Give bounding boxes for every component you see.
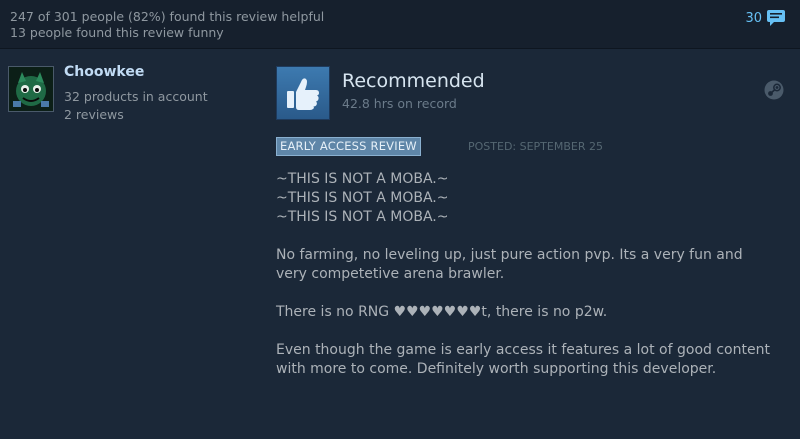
- avatar-image: [9, 67, 53, 111]
- products-in-account[interactable]: 32 products in account: [64, 89, 208, 104]
- review-paragraph: There is no RNG ♥♥♥♥♥♥♥t, there is no p2…: [276, 304, 608, 320]
- helpful-count-text: 247 of 301 people (82%) found this revie…: [10, 9, 325, 24]
- posted-date: POSTED: SEPTEMBER 25: [468, 140, 603, 153]
- review-text: ~THIS IS NOT A MOBA.~ ~THIS IS NOT A MOB…: [276, 170, 776, 398]
- speech-bubble-icon[interactable]: [766, 9, 786, 27]
- comment-count[interactable]: 30: [745, 11, 762, 26]
- review-paragraph: Even though the game is early access it …: [276, 342, 770, 377]
- review-paragraph: ~THIS IS NOT A MOBA.~ ~THIS IS NOT A MOB…: [276, 171, 449, 225]
- recommended-thumb[interactable]: [276, 66, 330, 120]
- thumbs-up-icon: [287, 78, 319, 110]
- review-verdict[interactable]: Recommended: [342, 70, 485, 92]
- hours-on-record: 42.8 hrs on record: [342, 96, 457, 111]
- early-access-badge: EARLY ACCESS REVIEW: [276, 137, 421, 156]
- review-votes-bar: 247 of 301 people (82%) found this revie…: [0, 0, 800, 49]
- reviews-count[interactable]: 2 reviews: [64, 107, 124, 122]
- review-paragraph: No farming, no leveling up, just pure ac…: [276, 247, 743, 282]
- steam-logo-icon: [764, 80, 784, 100]
- comments-link[interactable]: 30: [745, 8, 786, 28]
- author-avatar[interactable]: [8, 66, 54, 112]
- funny-count-text: 13 people found this review funny: [10, 25, 224, 40]
- author-name-link[interactable]: Choowkee: [64, 64, 144, 80]
